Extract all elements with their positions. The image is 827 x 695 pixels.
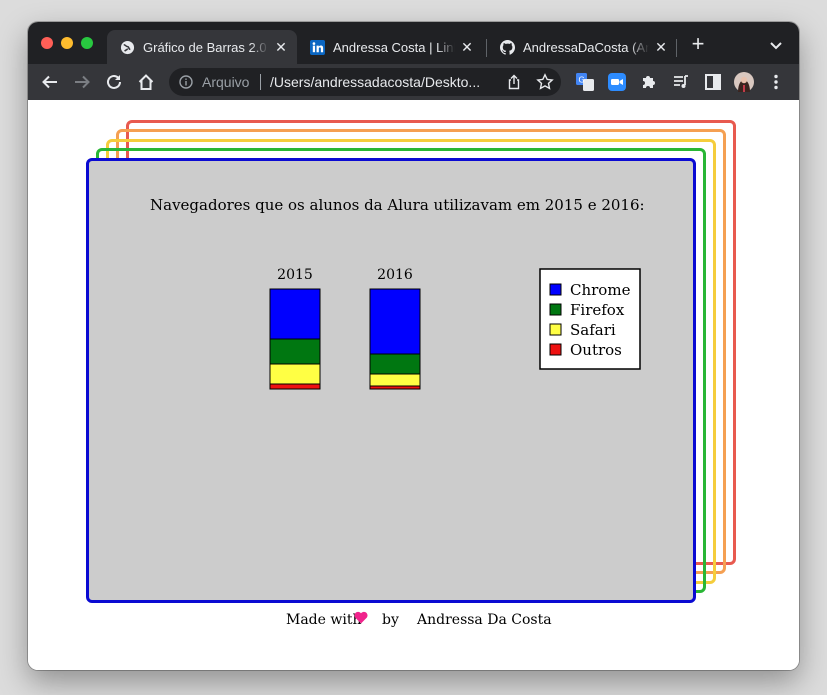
puzzle-icon[interactable] — [639, 72, 659, 92]
close-tab-icon[interactable]: ✕ — [653, 39, 669, 55]
close-tab-icon[interactable]: ✕ — [459, 39, 475, 55]
tab-strip: Gráfico de Barras 2.0 ✕ Andressa Costa |… — [28, 22, 799, 64]
bar-segment-outros — [369, 385, 421, 390]
page-content: Navegadores que os alunos da Alura utili… — [28, 100, 799, 670]
tab-grafico-de-barras[interactable]: Gráfico de Barras 2.0 ✕ — [107, 30, 297, 64]
browser-window: Gráfico de Barras 2.0 ✕ Andressa Costa |… — [28, 22, 799, 670]
tab-title: Andressa Costa | LinkedIn — [333, 39, 455, 55]
legend-label: Outros — [570, 341, 622, 359]
maximize-window-button[interactable] — [81, 37, 93, 49]
back-arrow-icon[interactable] — [40, 72, 60, 92]
legend-swatch — [549, 303, 562, 316]
linkedin-icon — [309, 39, 325, 55]
footer-made-with: Made with — [286, 612, 362, 628]
profile-avatar[interactable] — [734, 72, 754, 92]
bar-segment-chrome — [369, 288, 421, 355]
bookmark-star-icon[interactable] — [536, 73, 554, 91]
legend-label: Firefox — [570, 301, 625, 319]
bar-group: 2015 2016 — [269, 267, 421, 390]
category-label: 2016 — [377, 267, 413, 283]
chart-legend: Chrome Firefox Safari Outros — [539, 268, 641, 370]
chart-frame: Navegadores que os alunos da Alura utili… — [86, 158, 696, 603]
new-tab-button[interactable]: + — [688, 33, 708, 55]
address-url[interactable]: /Users/andressadacosta/Deskto... — [270, 74, 480, 90]
bar-chart: Navegadores que os alunos da Alura utili… — [150, 196, 645, 390]
tab-search-chevron-icon[interactable] — [768, 37, 784, 53]
tab-separator — [676, 39, 677, 57]
address-bar[interactable]: Arquivo /Users/andressadacosta/Deskto... — [169, 68, 561, 96]
forward-arrow-icon[interactable] — [72, 72, 92, 92]
category-label: 2015 — [277, 267, 313, 283]
legend-swatch — [549, 323, 562, 336]
minimize-window-button[interactable] — [61, 37, 73, 49]
info-icon[interactable] — [179, 75, 193, 89]
legend-label: Safari — [570, 321, 616, 339]
tab-github[interactable]: AndressaDaCosta (Andressa Da Costa) ✕ — [487, 30, 677, 64]
svg-text:G: G — [579, 76, 585, 85]
globe-icon — [119, 39, 135, 55]
github-icon — [499, 39, 515, 55]
tab-title: AndressaDaCosta (Andressa Da Costa) — [523, 39, 649, 55]
tab-linkedin[interactable]: Andressa Costa | LinkedIn ✕ — [297, 30, 483, 64]
legend-label: Chrome — [570, 281, 631, 299]
playlist-icon[interactable] — [671, 72, 691, 92]
address-separator — [260, 74, 261, 90]
page-footer: Made with by Andressa Da Costa — [28, 610, 799, 632]
bar-segment-outros — [269, 383, 321, 390]
close-tab-icon[interactable]: ✕ — [273, 39, 289, 55]
translate-icon[interactable]: G — [575, 72, 595, 92]
legend-swatch — [549, 343, 562, 356]
zoom-icon[interactable] — [607, 72, 627, 92]
bar-segment-safari — [269, 363, 321, 385]
close-window-button[interactable] — [41, 37, 53, 49]
bar-segment-firefox — [369, 353, 421, 375]
bar-segment-firefox — [269, 338, 321, 365]
address-scheme-label: Arquivo — [202, 74, 250, 90]
heart-icon — [354, 611, 368, 628]
kebab-menu-icon[interactable] — [766, 72, 786, 92]
home-icon[interactable] — [136, 72, 156, 92]
bar-segment-safari — [369, 373, 421, 387]
footer-by: by — [382, 612, 399, 628]
browser-toolbar: Arquivo /Users/andressadacosta/Deskto...… — [28, 64, 799, 100]
bar-segment-chrome — [269, 288, 321, 340]
reload-icon[interactable] — [104, 72, 124, 92]
chart-title: Navegadores que os alunos da Alura utili… — [150, 196, 645, 214]
footer-author: Andressa Da Costa — [417, 612, 552, 628]
share-icon[interactable] — [506, 74, 522, 90]
tab-title: Gráfico de Barras 2.0 — [143, 39, 267, 55]
legend-swatch — [549, 283, 562, 296]
sidebar-icon[interactable] — [703, 72, 723, 92]
